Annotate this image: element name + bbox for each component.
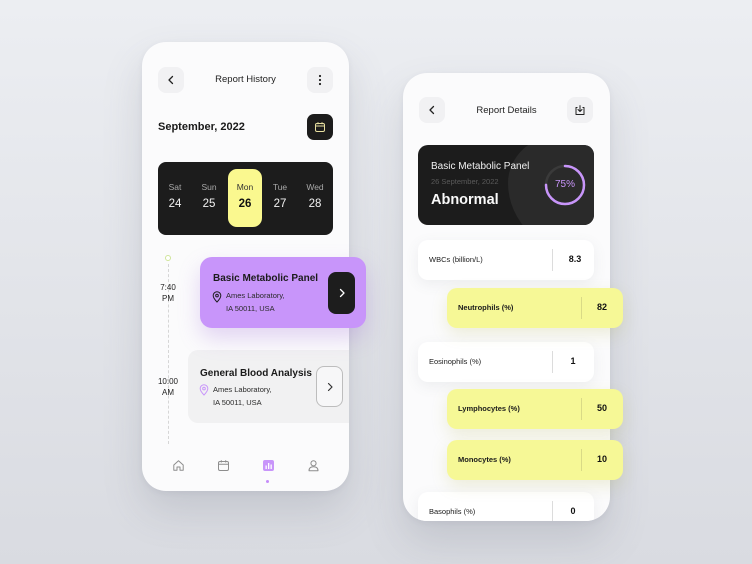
result-row-eosinophils[interactable]: Eosinophils (%) 1 (418, 342, 594, 382)
week-strip: Sat 24 Sun 25 Mon 26 Tue 27 Wed 28 (158, 162, 333, 235)
report-card-basic-metabolic[interactable]: Basic Metabolic Panel Ames Laboratory, I… (200, 257, 366, 328)
score-value: 75% (554, 179, 575, 190)
result-row-neutrophils[interactable]: Neutrophils (%) 82 (447, 288, 623, 328)
nav-home[interactable] (170, 457, 186, 473)
result-row-wbc[interactable]: WBCs (billion/L) 8.3 (418, 240, 594, 280)
report-address: Ames Laboratory, IA 50011, USA (213, 384, 272, 409)
report-time-1: 7:40 PM (154, 282, 182, 304)
summary-title: Basic Metabolic Panel (431, 161, 530, 172)
result-row-lymphocytes[interactable]: Lymphocytes (%) 50 (447, 389, 623, 429)
result-value: 0 (570, 506, 576, 516)
timeline-start-dot (165, 255, 171, 261)
bottom-nav (142, 452, 349, 483)
result-label: Eosinophils (%) (429, 357, 482, 366)
day-name: Sun (201, 182, 217, 192)
time-meridiem: AM (162, 388, 174, 397)
result-value: 8.3 (568, 254, 582, 264)
time-value: 7:40 (160, 283, 176, 292)
result-value: 10 (596, 454, 607, 464)
row-divider (581, 297, 582, 319)
result-value: 50 (596, 403, 607, 413)
active-nav-indicator (266, 480, 269, 483)
day-date: 25 (202, 198, 216, 210)
location-pin-icon (199, 384, 209, 396)
time-value: 10:00 (157, 377, 179, 386)
calendar-icon (315, 122, 325, 132)
report-title: Basic Metabolic Panel (213, 273, 319, 284)
open-report-button[interactable] (316, 366, 343, 407)
day-name: Wed (306, 182, 324, 192)
report-title: General Blood Analysis (200, 368, 312, 379)
row-divider (552, 249, 553, 271)
day-tue[interactable]: Tue 27 (263, 169, 297, 227)
report-address: Ames Laboratory, IA 50011, USA (226, 290, 285, 315)
nav-profile[interactable] (305, 457, 321, 473)
day-date: 26 (238, 198, 252, 210)
result-label: Neutrophils (%) (458, 303, 514, 312)
summary-status: Abnormal (431, 192, 499, 208)
day-date: 24 (168, 198, 182, 210)
page-title: Report History (215, 74, 276, 85)
home-icon (172, 459, 184, 471)
address-line: Ames Laboratory, (213, 385, 272, 394)
report-time-2: 10:00 AM (154, 376, 182, 398)
address-line: IA 50011, USA (213, 397, 262, 407)
download-button[interactable] (567, 97, 593, 123)
day-wed[interactable]: Wed 28 (298, 169, 332, 227)
open-report-button[interactable] (328, 272, 355, 314)
row-divider (552, 351, 553, 373)
row-divider (581, 398, 582, 420)
result-label: Lymphocytes (%) (458, 404, 520, 413)
nav-calendar[interactable] (215, 457, 231, 473)
result-row-monocytes[interactable]: Monocytes (%) 10 (447, 440, 623, 480)
chevron-right-icon (339, 288, 345, 298)
month-label: September, 2022 (158, 121, 245, 133)
day-mon-selected[interactable]: Mon 26 (228, 169, 262, 227)
result-row-basophils[interactable]: Basophils (%) 0 (418, 492, 594, 521)
calendar-button[interactable] (307, 114, 333, 140)
user-icon (308, 459, 318, 471)
result-value: 1 (570, 356, 576, 366)
result-label: Basophils (%) (429, 507, 476, 516)
address-line: IA 50011, USA (226, 303, 275, 313)
chevron-left-icon (429, 105, 435, 115)
day-date: 27 (273, 198, 287, 210)
day-sat[interactable]: Sat 24 (158, 169, 192, 227)
download-icon (575, 105, 585, 115)
more-vertical-icon (318, 74, 322, 86)
summary-date: 26 September, 2022 (431, 177, 499, 186)
location-pin-icon (212, 291, 222, 303)
report-summary-card: Basic Metabolic Panel 26 September, 2022… (418, 145, 594, 225)
back-button[interactable] (158, 67, 184, 93)
day-name: Mon (236, 182, 254, 192)
result-label: Monocytes (%) (458, 455, 511, 464)
day-name: Sat (168, 182, 182, 192)
day-date: 28 (308, 198, 322, 210)
row-divider (581, 449, 582, 471)
nav-reports-active[interactable] (260, 457, 276, 473)
chevron-right-icon (327, 382, 333, 391)
day-name: Tue (272, 182, 288, 192)
chart-icon (262, 459, 274, 471)
time-meridiem: PM (162, 294, 174, 303)
more-options-button[interactable] (307, 67, 333, 93)
result-label: WBCs (billion/L) (429, 255, 483, 264)
row-divider (552, 501, 553, 521)
result-value: 82 (596, 302, 607, 312)
chevron-left-icon (168, 75, 174, 85)
address-line: Ames Laboratory, (226, 291, 285, 300)
calendar-icon (217, 459, 229, 471)
day-sun[interactable]: Sun 25 (192, 169, 226, 227)
back-button[interactable] (419, 97, 445, 123)
page-title: Report Details (476, 105, 537, 116)
